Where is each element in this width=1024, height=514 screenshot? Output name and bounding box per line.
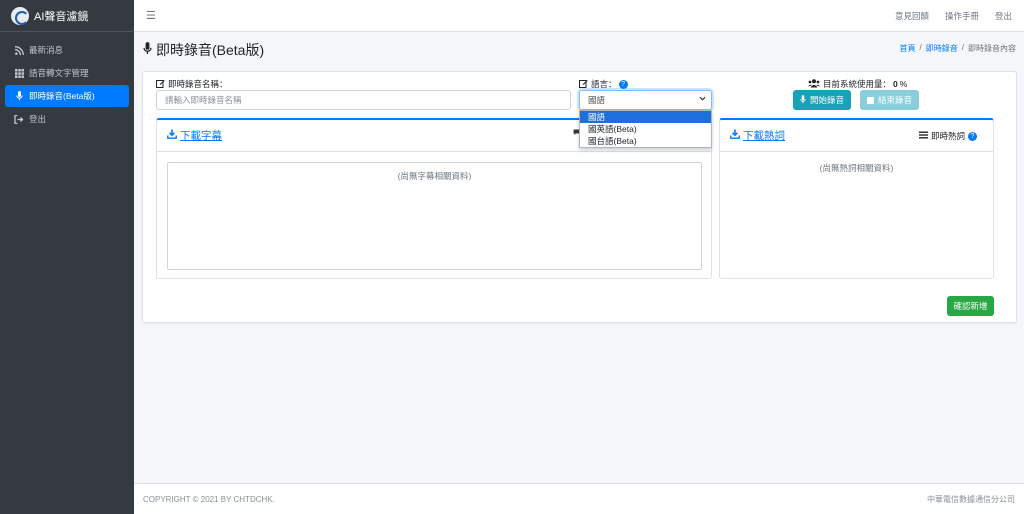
menu-icon[interactable]: ☰	[146, 9, 156, 22]
language-option[interactable]: 國英語(Beta)	[580, 123, 711, 135]
sidebar-item-label: 即時錄音(Beta版)	[29, 91, 95, 101]
hotword-panel: 下載熱詞 即時熱詞 ? (尚無熱詞相關資料)	[719, 118, 994, 279]
sidebar-item-label: 語音轉文字管理	[29, 68, 89, 78]
hotword-header-label: 即時熱詞 ?	[918, 130, 977, 142]
footer: COPYRIGHT © 2021 BY CHTDCHK. 中華電信數據通信分公司	[134, 483, 1024, 514]
usage-value: 0	[893, 79, 898, 89]
start-recording-button[interactable]: 開始錄音	[793, 90, 851, 110]
language-select[interactable]: 國語	[579, 90, 712, 110]
grid-icon	[14, 68, 24, 78]
feedback-link[interactable]: 意見回饋	[895, 10, 929, 22]
app-title: AI聲音濾鏡	[34, 10, 89, 23]
sidebar-item-live-recording[interactable]: 即時錄音(Beta版)	[5, 85, 129, 107]
logo-icon	[11, 6, 29, 25]
download-icon	[730, 129, 740, 142]
language-label: 語言： ?	[579, 78, 628, 90]
topbar: ☰ 意見回饋 操作手冊 登出	[134, 0, 1024, 32]
download-hotword-link[interactable]: 下載熱詞	[730, 128, 785, 143]
language-option[interactable]: 國語	[580, 111, 711, 123]
edit-icon	[579, 79, 588, 90]
hotword-panel-header: 下載熱詞 即時熱詞 ?	[720, 120, 993, 152]
sidebar-nav: 最新消息 語音轉文字管理 即時錄音(Beta版) 登出	[0, 32, 134, 130]
sidebar: AI聲音濾鏡 最新消息 語音轉文字管理 即時錄音(Beta版) 登出	[0, 0, 134, 514]
breadcrumb-separator: /	[961, 43, 964, 52]
usage-unit: %	[899, 79, 908, 89]
language-selected-value: 國語	[588, 95, 606, 105]
users-icon	[808, 78, 820, 90]
manual-link[interactable]: 操作手冊	[945, 10, 979, 22]
confirm-add-button[interactable]: 確認新增	[947, 296, 994, 316]
page-title: 即時錄音(Beta版)	[143, 40, 264, 60]
download-icon	[167, 129, 177, 142]
breadcrumb-home[interactable]: 首頁	[900, 43, 916, 54]
microphone-icon	[800, 94, 806, 106]
question-icon[interactable]: ?	[968, 131, 977, 141]
stop-recording-button[interactable]: 結束錄音	[860, 90, 919, 110]
footer-company: 中華電信數據通信分公司	[927, 494, 1015, 504]
microphone-icon	[14, 91, 24, 101]
list-icon	[918, 131, 928, 141]
breadcrumb: 首頁 / 即時錄音 / 即時錄音內容	[900, 43, 1016, 54]
recording-name-input[interactable]	[156, 90, 571, 110]
sign-out-icon	[14, 114, 24, 124]
footer-copyright: COPYRIGHT © 2021 BY CHTDCHK.	[143, 494, 275, 504]
sidebar-item-label: 登出	[29, 114, 47, 124]
download-subtitle-link[interactable]: 下載字幕	[167, 128, 222, 143]
brand[interactable]: AI聲音濾鏡	[0, 0, 134, 32]
system-usage: 目前系統使用量： 0 %	[808, 78, 907, 90]
language-dropdown: 國語 國英語(Beta) 國台語(Beta)	[579, 110, 712, 148]
sidebar-item-transcription[interactable]: 語音轉文字管理	[5, 62, 129, 84]
page-title-text: 即時錄音(Beta版)	[156, 42, 265, 58]
sidebar-item-logout[interactable]: 登出	[5, 108, 129, 130]
hotword-empty-text: (尚無熱詞相關資料)	[819, 163, 894, 173]
stop-icon	[866, 96, 874, 104]
subtitle-box: (尚無字幕相關資料)	[167, 162, 702, 270]
breadcrumb-current: 即時錄音內容	[968, 44, 1016, 53]
sidebar-item-label: 最新消息	[29, 45, 64, 55]
chevron-down-icon	[699, 95, 706, 104]
recording-name-label: 即時錄音名稱：	[156, 78, 228, 90]
logout-link[interactable]: 登出	[995, 10, 1012, 22]
question-icon[interactable]: ?	[618, 79, 628, 89]
usage-label: 目前系統使用量：	[823, 79, 892, 89]
edit-icon	[156, 79, 165, 90]
language-option[interactable]: 國台語(Beta)	[580, 135, 711, 147]
breadcrumb-separator: /	[919, 43, 922, 52]
microphone-icon	[143, 42, 152, 58]
top-links: 意見回饋 操作手冊 登出	[879, 10, 1024, 22]
breadcrumb-parent[interactable]: 即時錄音	[926, 43, 958, 54]
subtitle-empty-text: (尚無字幕相關資料)	[397, 171, 472, 181]
rss-icon	[14, 45, 24, 55]
sidebar-item-news[interactable]: 最新消息	[5, 39, 129, 61]
